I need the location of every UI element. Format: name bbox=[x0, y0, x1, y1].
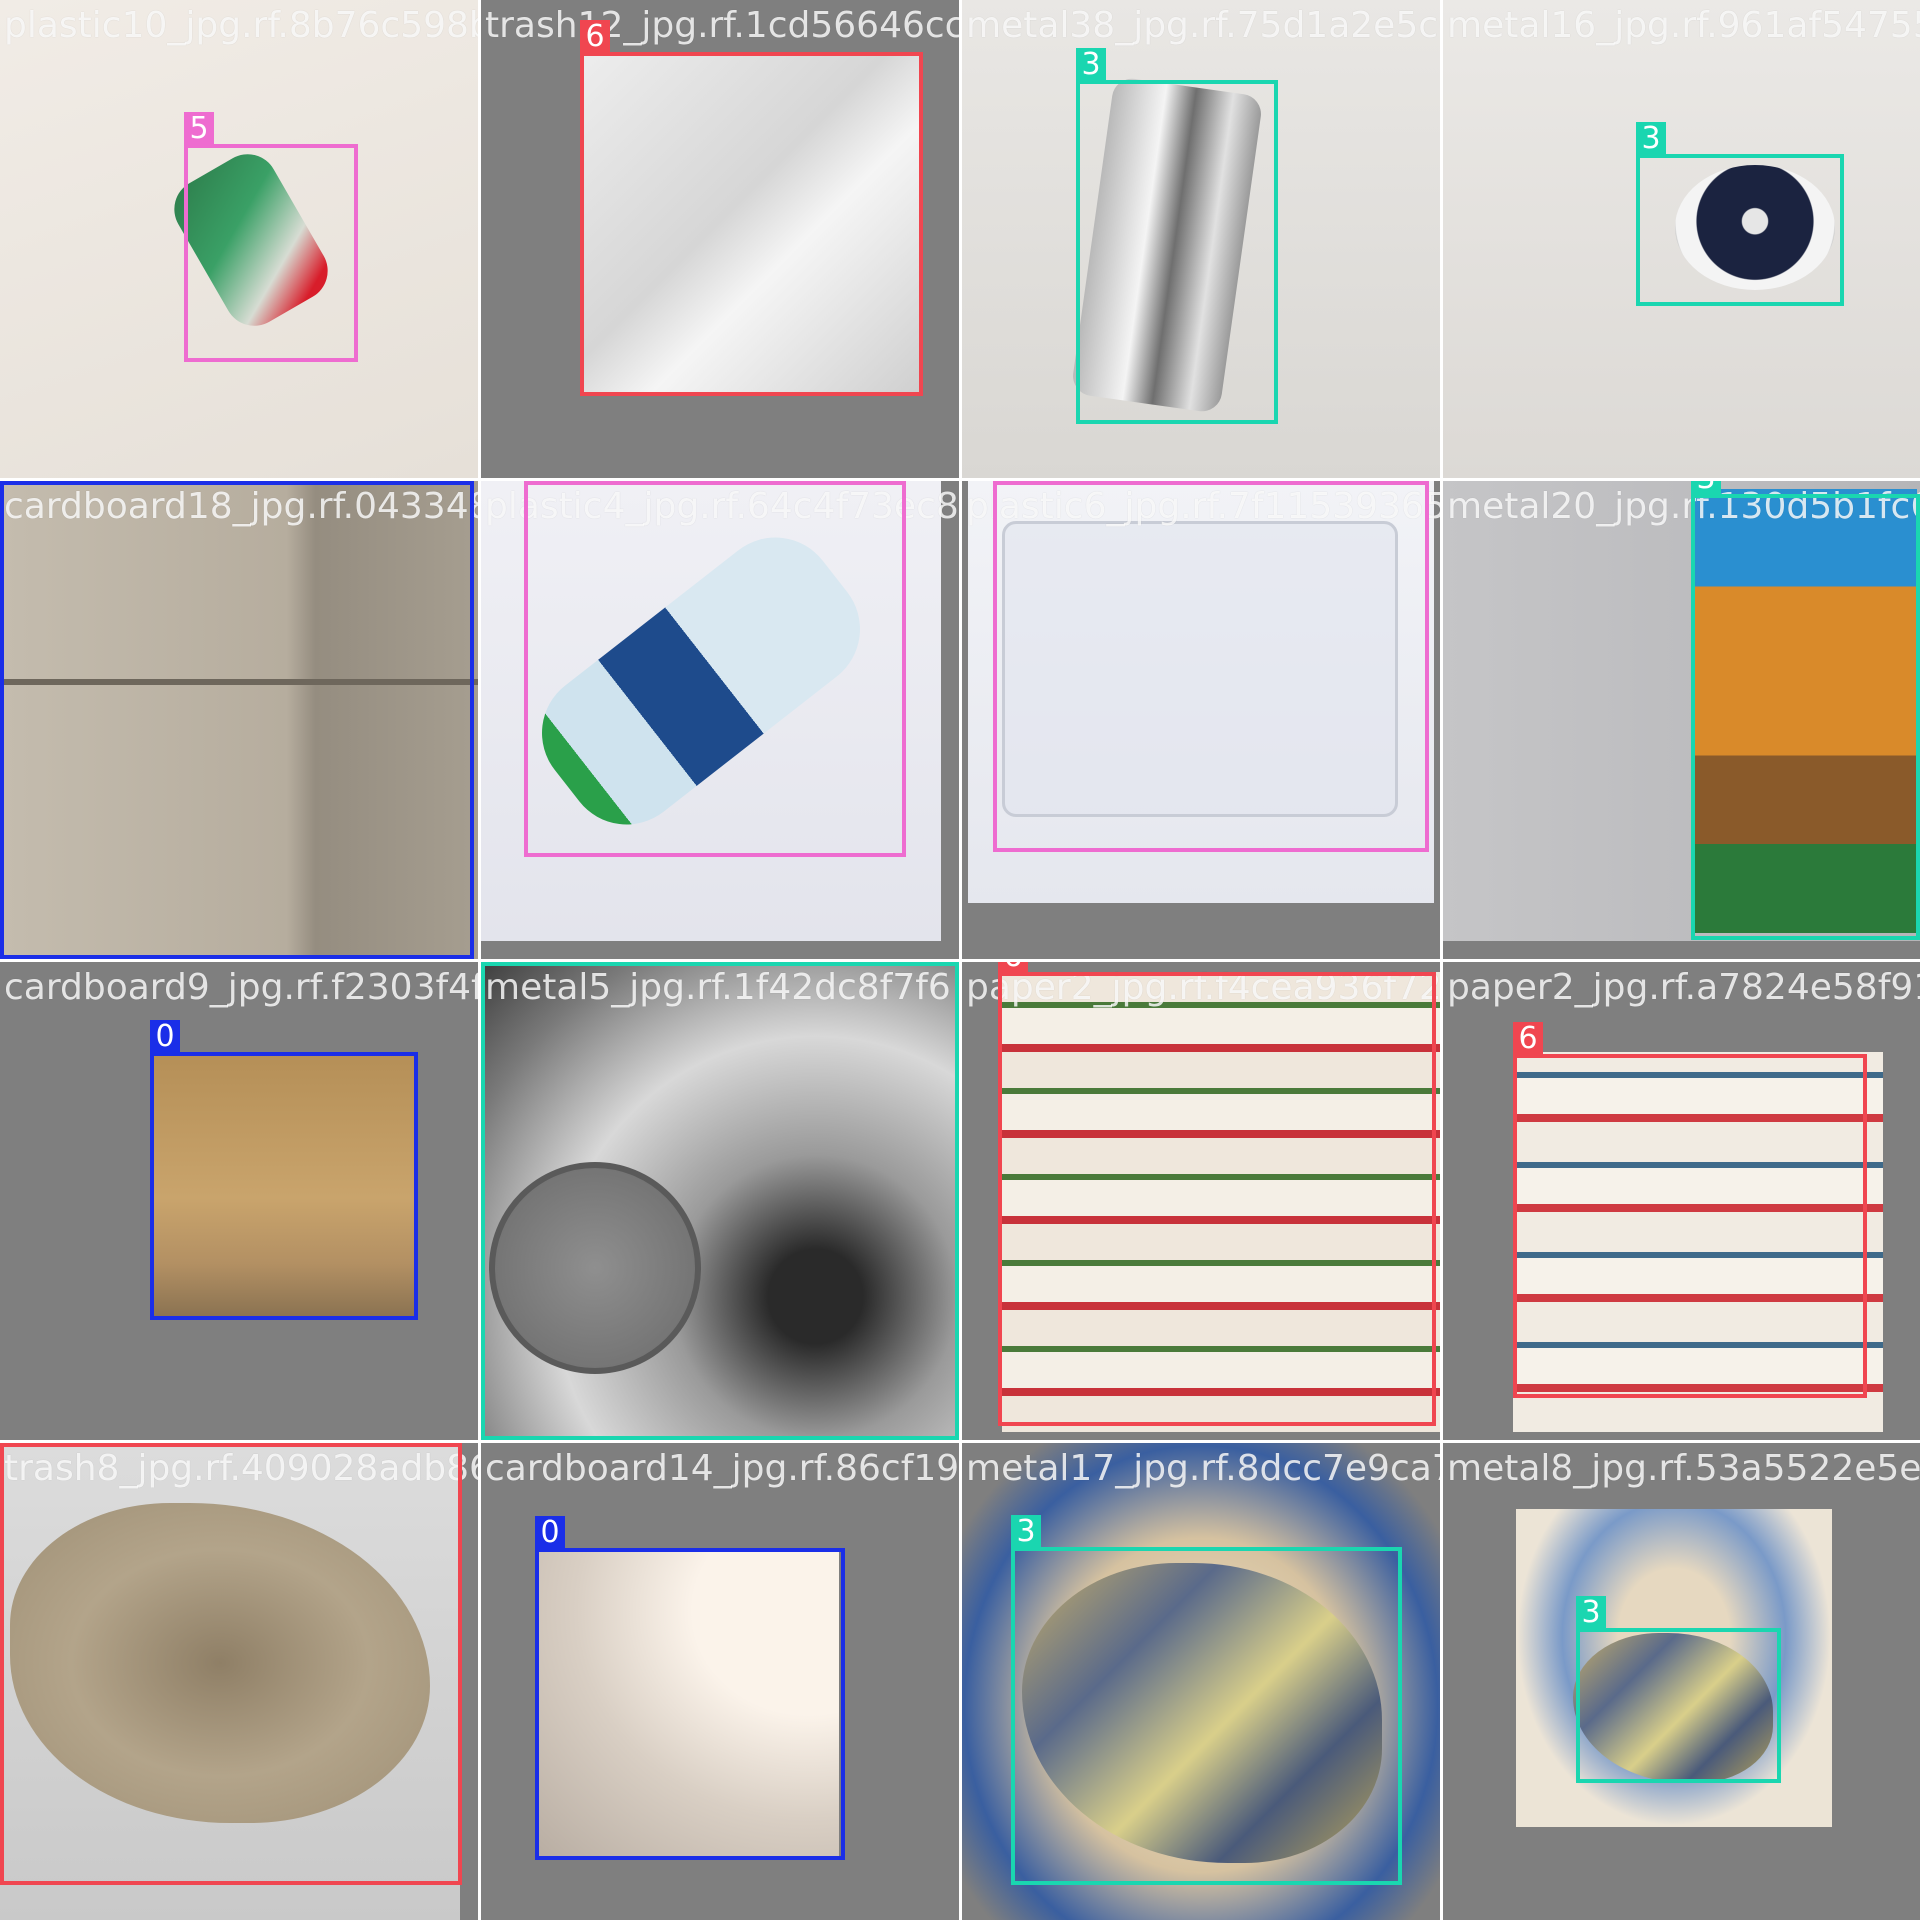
tile-filename: metal38_jpg.rf.75d1a2e5c0d bbox=[966, 5, 1440, 46]
image-tile[interactable]: paper2_jpg.rf.a7824e58f916 6 bbox=[1443, 962, 1920, 1440]
detection-box: 3 bbox=[1076, 48, 1278, 424]
image-tile[interactable]: cardboard9_jpg.rf.f2303f4fc 0 bbox=[0, 962, 478, 1440]
class-label: 3 bbox=[1636, 122, 1666, 156]
detection-box: 6 bbox=[0, 1443, 462, 1885]
image-tile[interactable]: metal5_jpg.rf.1f42dc8f7f6 3 bbox=[481, 962, 959, 1440]
tile-filename: paper2_jpg.rf.a7824e58f916 bbox=[1447, 967, 1920, 1008]
class-label: 6 bbox=[0, 1443, 30, 1445]
class-label: 3 bbox=[1011, 1515, 1041, 1549]
detection-box: 3 bbox=[481, 962, 959, 1440]
image-tile[interactable]: paper2_jpg.rf.f4cea936f728 6 bbox=[962, 962, 1440, 1440]
class-label: 6 bbox=[1513, 1022, 1543, 1056]
class-label: 3 bbox=[481, 962, 511, 964]
detection-box: 6 bbox=[580, 20, 923, 396]
class-label: 0 bbox=[535, 1516, 565, 1550]
detection-box: 0 bbox=[150, 1020, 418, 1320]
image-tile[interactable]: trash8_jpg.rf.409028adb863 6 bbox=[0, 1443, 478, 1920]
image-tile[interactable]: metal17_jpg.rf.8dcc7e9ca7a 3 bbox=[962, 1443, 1440, 1920]
image-tile[interactable]: metal38_jpg.rf.75d1a2e5c0d 3 bbox=[962, 0, 1440, 478]
image-tile[interactable]: metal20_jpg.rf.130d5b1fc615 3 bbox=[1443, 481, 1920, 959]
image-tile[interactable]: trash12_jpg.rf.1cd56646ccb70 6 bbox=[481, 0, 959, 478]
class-label: 0 bbox=[0, 481, 30, 483]
tile-filename: metal16_jpg.rf.961af5475504 bbox=[1447, 5, 1920, 46]
class-label: 6 bbox=[580, 20, 610, 54]
detection-mosaic: plastic10_jpg.rf.8b76c598b1 5 trash12_jp… bbox=[0, 0, 1920, 1920]
class-label: 5 bbox=[993, 481, 1023, 483]
image-tile[interactable]: plastic10_jpg.rf.8b76c598b1 5 bbox=[0, 0, 478, 478]
detection-box: 3 bbox=[1636, 122, 1844, 306]
detection-box: 3 bbox=[1691, 481, 1920, 940]
image-tile[interactable]: metal16_jpg.rf.961af5475504 3 bbox=[1443, 0, 1920, 478]
detection-box: 0 bbox=[0, 481, 474, 959]
class-label: 3 bbox=[1076, 48, 1106, 82]
image-tile[interactable]: plastic4_jpg.rf.64c4f73ec8 5 bbox=[481, 481, 959, 959]
class-label: 3 bbox=[1576, 1596, 1606, 1630]
detection-box: 6 bbox=[998, 962, 1436, 1426]
detection-box: 3 bbox=[1011, 1515, 1402, 1885]
detection-box: 5 bbox=[184, 112, 358, 362]
tile-filename: metal17_jpg.rf.8dcc7e9ca7a bbox=[966, 1448, 1440, 1489]
detection-box: 0 bbox=[535, 1516, 845, 1860]
class-label: 6 bbox=[998, 962, 1028, 974]
tile-filename: cardboard9_jpg.rf.f2303f4fc bbox=[4, 967, 478, 1008]
image-tile[interactable]: plastic6_jpg.rf.7f11539365 5 bbox=[962, 481, 1440, 959]
detection-box: 6 bbox=[1513, 1022, 1867, 1398]
class-label: 5 bbox=[524, 481, 554, 483]
image-tile[interactable]: metal8_jpg.rf.53a5522e5e 3 bbox=[1443, 1443, 1920, 1920]
detection-box: 5 bbox=[993, 481, 1429, 852]
tile-filename: plastic10_jpg.rf.8b76c598b1 bbox=[4, 5, 478, 46]
image-tile[interactable]: cardboard14_jpg.rf.86cf19ea 0 bbox=[481, 1443, 959, 1920]
tile-filename: cardboard14_jpg.rf.86cf19ea bbox=[485, 1448, 959, 1489]
tile-filename: trash12_jpg.rf.1cd56646ccb70 bbox=[485, 5, 959, 46]
detection-box: 3 bbox=[1576, 1596, 1781, 1783]
detection-box: 5 bbox=[524, 481, 906, 857]
image-tile[interactable]: cardboard18_jpg.rf.0433488 0 bbox=[0, 481, 478, 959]
tile-filename: metal8_jpg.rf.53a5522e5e bbox=[1447, 1448, 1920, 1489]
class-label: 0 bbox=[150, 1020, 180, 1054]
class-label: 5 bbox=[184, 112, 214, 146]
class-label: 3 bbox=[1691, 481, 1721, 496]
